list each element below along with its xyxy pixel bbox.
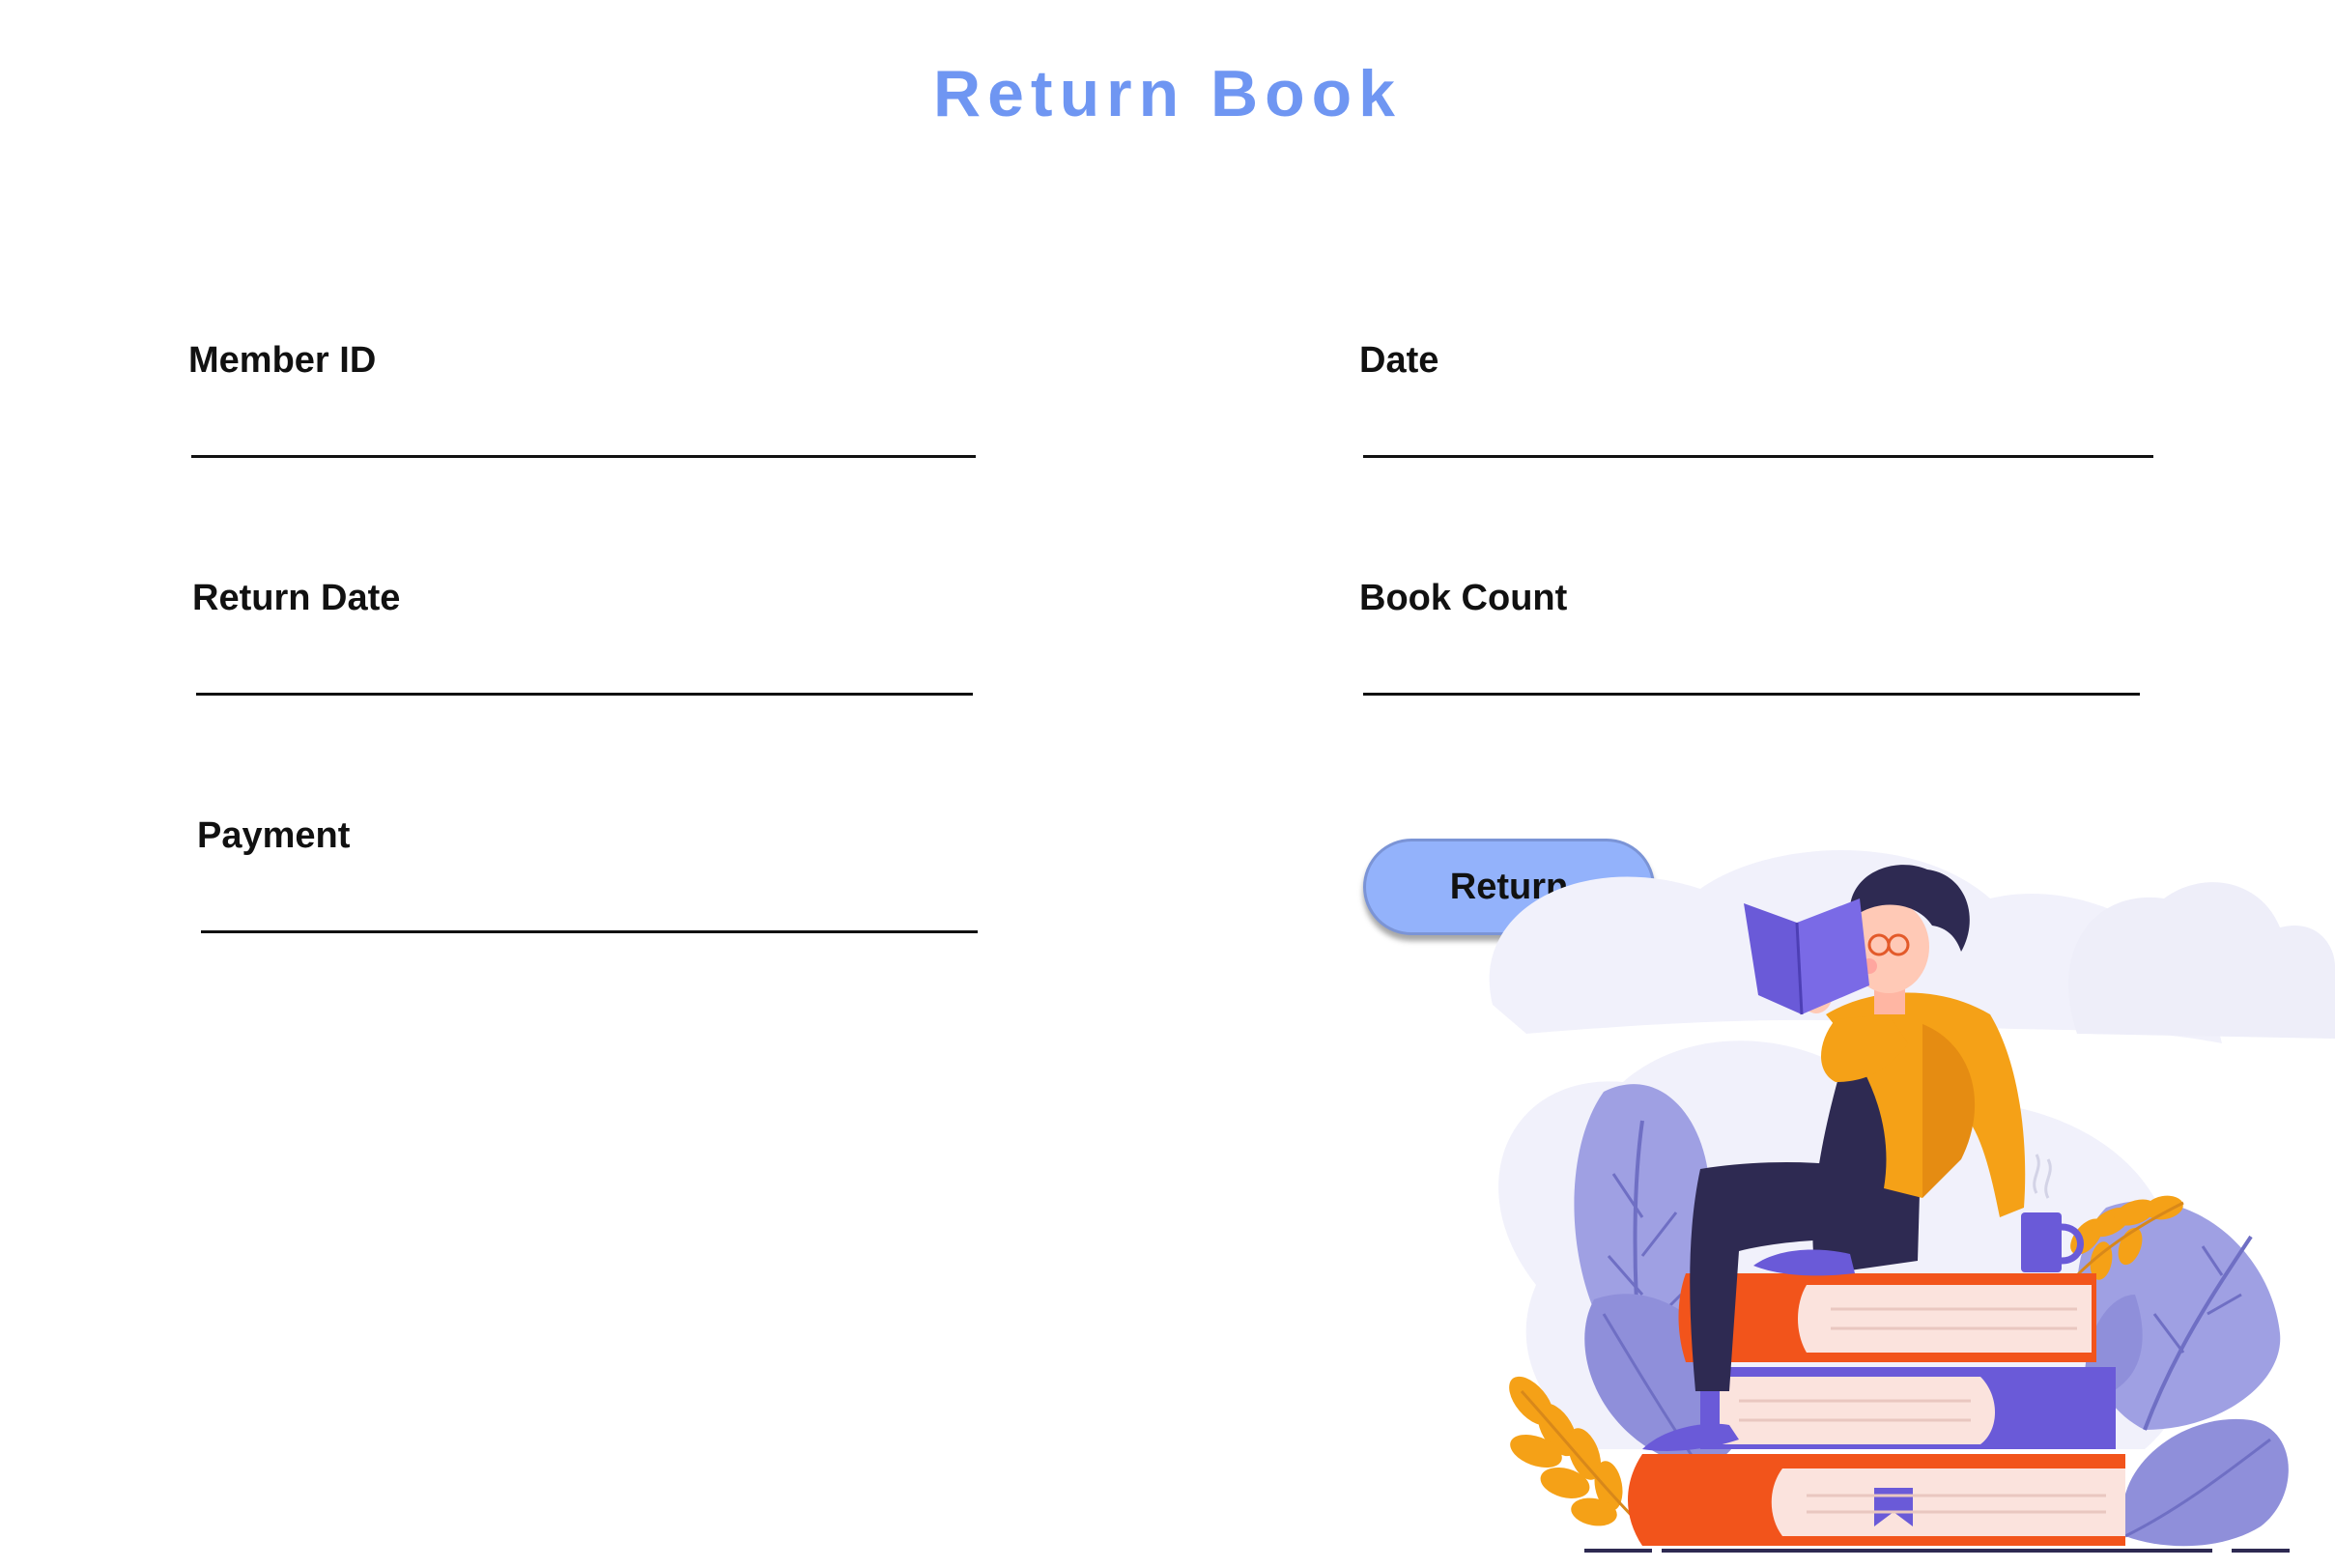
- return-date-label: Return Date: [192, 578, 401, 618]
- page-title: Return Book: [933, 57, 1402, 130]
- book-count-label: Book Count: [1359, 578, 1568, 618]
- member-id-label: Member ID: [188, 340, 377, 381]
- payment-input[interactable]: [201, 875, 978, 933]
- payment-label: Payment: [197, 815, 351, 856]
- person-reading-on-books-icon: [1489, 850, 2335, 1553]
- date-input[interactable]: [1363, 400, 2153, 458]
- date-label: Date: [1359, 340, 1439, 381]
- book-count-input[interactable]: [1363, 638, 2140, 696]
- member-id-input[interactable]: [191, 400, 976, 458]
- return-date-input[interactable]: [196, 638, 973, 696]
